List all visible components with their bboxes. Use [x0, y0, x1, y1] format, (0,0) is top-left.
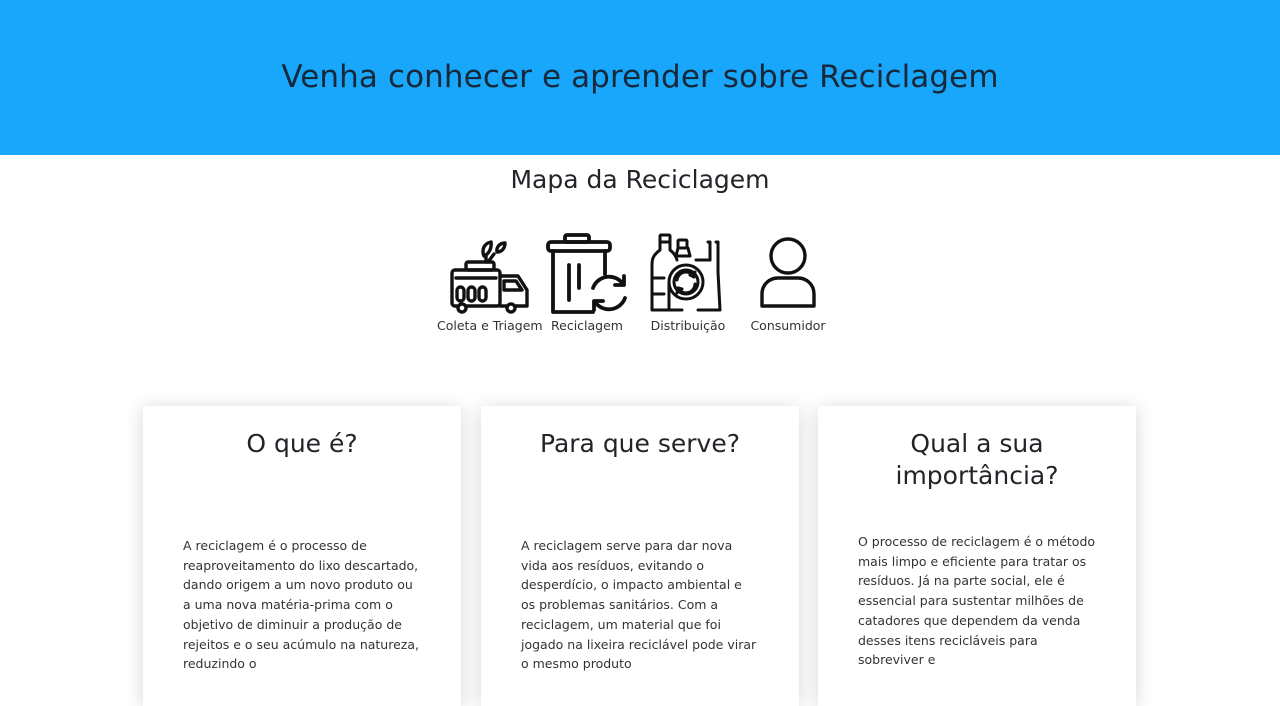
garbage-truck-icon [450, 240, 529, 314]
card-purpose: Para que serve? A reciclagem serve para … [481, 406, 799, 706]
step-label: Consumidor [750, 318, 826, 333]
map-title: Mapa da Reciclagem [510, 165, 770, 194]
step-coleta-triagem[interactable]: Coleta e Triagem [437, 232, 543, 333]
card-text: A reciclagem serve para dar nova vida ao… [521, 538, 757, 672]
info-cards: O que é? A reciclagem é o processo de re… [0, 406, 1280, 706]
card-text: A reciclagem é o processo de reaproveita… [183, 538, 419, 672]
recycle-bin-icon [546, 233, 627, 314]
card-title: O que é? [246, 429, 358, 458]
card-text: O processo de reciclagem é o método mais… [858, 534, 1096, 668]
recycling-map: Coleta e Triagem Reciclagem Distribuição… [0, 232, 1280, 342]
recycled-bottles-icon [650, 233, 722, 312]
step-label: Distribuição [650, 318, 726, 333]
card-title: Para que serve? [540, 429, 740, 458]
card-importance: Qual a sua importância? O processo de re… [818, 406, 1136, 706]
user-icon [760, 237, 816, 308]
step-consumidor[interactable]: Consumidor [746, 232, 830, 333]
page-title: Venha conhecer e aprender sobre Reciclag… [281, 58, 999, 95]
card-what-is: O que é? A reciclagem é o processo de re… [143, 406, 461, 706]
step-label: Coleta e Triagem [437, 318, 543, 333]
card-title: Qual a sua importância? [895, 429, 1059, 490]
step-reciclagem[interactable]: Reciclagem [545, 232, 629, 333]
hero-banner: Venha conhecer e aprender sobre Reciclag… [0, 0, 1280, 155]
step-label: Reciclagem [551, 318, 623, 333]
step-distribuicao[interactable]: Distribuição [646, 232, 730, 333]
